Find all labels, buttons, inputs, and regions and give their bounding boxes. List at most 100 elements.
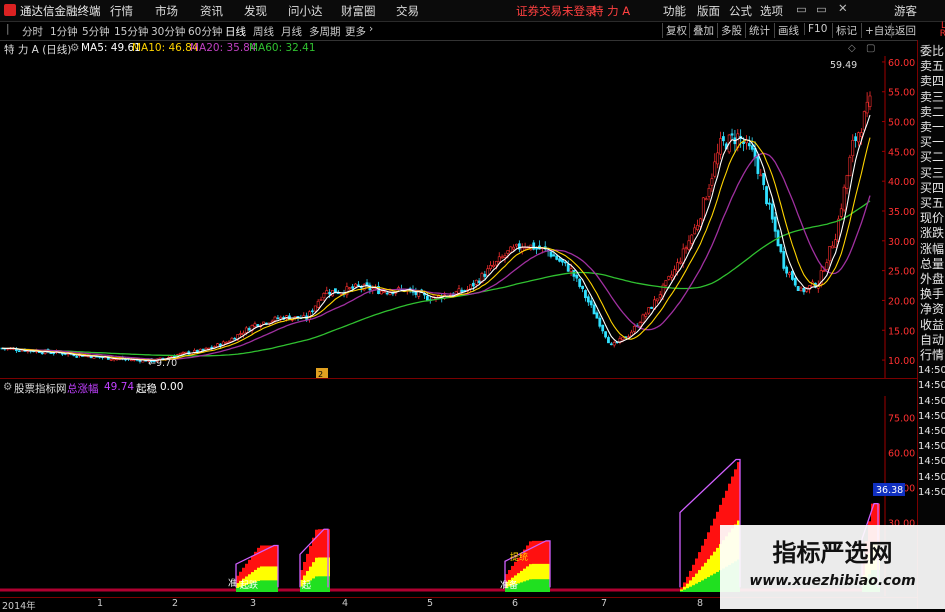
tool-multistock[interactable]: 多股 xyxy=(717,23,745,38)
quote-field-17: 净资 xyxy=(919,302,944,317)
high-price-marker: 59.49 xyxy=(830,60,857,71)
indicator-bar-low xyxy=(263,580,266,592)
price-axis-label: 50.00 xyxy=(888,118,915,129)
period-weekly[interactable]: 周线 xyxy=(253,24,274,39)
candle-body xyxy=(788,272,791,275)
indicator-signal-label: 起跌 xyxy=(240,580,258,591)
user-label[interactable]: 游客 xyxy=(894,3,917,19)
candle-body xyxy=(49,352,53,354)
indicator-bar-low xyxy=(535,579,538,592)
app-name: 通达信金融终端 xyxy=(20,4,101,18)
pin-icon[interactable]: ◇ xyxy=(848,43,856,54)
tool-draw[interactable]: 画线 xyxy=(774,23,802,38)
indicator-field1-value: 49.74 xyxy=(104,381,135,393)
menu-trade[interactable]: 交易 xyxy=(396,3,419,19)
low-price-marker: ←9.70 xyxy=(148,358,177,369)
tool-adjust[interactable]: 复权 xyxy=(662,23,690,38)
restore-icon[interactable]: ▭ xyxy=(816,2,827,16)
period-timeshare[interactable]: 分时 xyxy=(22,24,43,39)
quote-field-10: 买五 xyxy=(919,196,944,211)
chevron-right-icon[interactable]: › xyxy=(369,23,373,35)
candle-body xyxy=(276,317,280,320)
indicator-bar-low xyxy=(269,580,272,592)
price-axis-label: 30.00 xyxy=(888,237,915,248)
quote-field-4: 卖二 xyxy=(919,104,944,119)
candle-body xyxy=(354,283,357,288)
quote-field-20: 行情 xyxy=(919,348,944,363)
menu-quotes[interactable]: 行情 xyxy=(110,3,133,19)
quote-field-26: 14:50 xyxy=(918,441,945,453)
indicator-bar-low xyxy=(312,578,315,592)
minimize-icon[interactable]: ▭ xyxy=(796,2,807,16)
menu-options[interactable]: 选项 xyxy=(760,3,783,19)
candle-body xyxy=(322,293,326,299)
menu-discover[interactable]: 发现 xyxy=(244,3,267,19)
date-label-3: 3 xyxy=(250,598,257,609)
indicator-bar-low xyxy=(689,586,692,592)
tool-f10[interactable]: F10 xyxy=(804,23,830,35)
candle-body xyxy=(233,337,237,340)
indicator-bar-low xyxy=(707,577,710,592)
candle-body xyxy=(356,284,360,287)
ma5-line xyxy=(1,114,871,362)
indicator-bar-low xyxy=(315,576,318,592)
period-15min[interactable]: 15分钟 xyxy=(114,24,148,39)
tool-stats[interactable]: 统计 xyxy=(745,23,773,38)
candle-body xyxy=(552,254,556,257)
stock-period-label: 特 力 A (日线) xyxy=(4,44,72,56)
close-icon[interactable]: ✕ xyxy=(838,1,848,15)
candle-body xyxy=(497,256,501,263)
menu-market[interactable]: 市场 xyxy=(155,3,178,19)
candle-body xyxy=(710,178,714,186)
candle-body xyxy=(512,246,516,250)
login-status[interactable]: 证券交易未登录 xyxy=(516,3,597,19)
tool-overlay[interactable]: 叠加 xyxy=(689,23,717,38)
price-axis-label: 15.00 xyxy=(888,326,915,337)
period-more[interactable]: 更多 xyxy=(345,24,366,39)
indicator-bar-low xyxy=(321,576,324,592)
ma20-value: MA20: 35.84 xyxy=(190,42,257,54)
panel-toggle-icon[interactable]: ▢ xyxy=(866,43,875,54)
settings-gear-icon[interactable]: ⚙ xyxy=(70,42,79,54)
candle-body xyxy=(670,274,674,278)
candle-body xyxy=(549,251,553,257)
indicator-bar-low xyxy=(266,580,269,592)
candle-body xyxy=(773,216,777,232)
tool-back[interactable]: 返回 xyxy=(891,23,919,38)
watermark-overlay: 指标严选网 www.xuezhibiao.com xyxy=(720,525,945,609)
indicator-gear-icon[interactable]: ⚙ xyxy=(3,381,12,393)
menu-news[interactable]: 资讯 xyxy=(200,3,223,19)
period-1min[interactable]: 1分钟 xyxy=(50,24,78,39)
corner-letter-r[interactable]: R xyxy=(918,30,945,39)
quote-field-25: 14:50 xyxy=(918,426,945,438)
indicator-bar-low xyxy=(686,588,689,592)
indicator-name[interactable]: 股票指标网 xyxy=(14,381,67,396)
candle-body xyxy=(316,300,320,308)
tool-mark[interactable]: 标记 xyxy=(832,23,860,38)
candle-body xyxy=(765,186,768,205)
kline-chart[interactable]: 60.00 55.00 50.00 45.00 40.00 35.00 30.00 25.00… xyxy=(0,56,917,378)
quote-field-11: 现价 xyxy=(919,211,944,226)
menu-function[interactable]: 功能 xyxy=(663,3,686,19)
quote-field-29: 14:50 xyxy=(918,486,945,498)
menu-wealth[interactable]: 财富圈 xyxy=(341,3,376,19)
period-monthly[interactable]: 月线 xyxy=(281,24,302,39)
quote-field-2: 卖四 xyxy=(919,74,944,89)
period-30min[interactable]: 30分钟 xyxy=(151,24,185,39)
candle-body xyxy=(638,322,642,327)
period-daily[interactable]: 日线 xyxy=(225,24,246,39)
menu-formula[interactable]: 公式 xyxy=(729,3,752,19)
candle-body xyxy=(308,311,311,321)
period-multi[interactable]: 多周期 xyxy=(309,24,341,39)
candle-body xyxy=(676,262,679,272)
sidebar-toggle-icon[interactable]: | xyxy=(6,23,10,35)
indicator-bar-low xyxy=(701,580,704,592)
date-label-7: 7 xyxy=(601,598,608,609)
menu-ask[interactable]: 问小达 xyxy=(288,3,323,19)
candle-body xyxy=(799,287,803,291)
indicator-field1-label: 总涨幅 xyxy=(67,383,99,395)
period-5min[interactable]: 5分钟 xyxy=(82,24,110,39)
menu-layout[interactable]: 版面 xyxy=(697,3,720,19)
period-60min[interactable]: 60分钟 xyxy=(188,24,222,39)
indicator-bar-low xyxy=(529,579,532,592)
